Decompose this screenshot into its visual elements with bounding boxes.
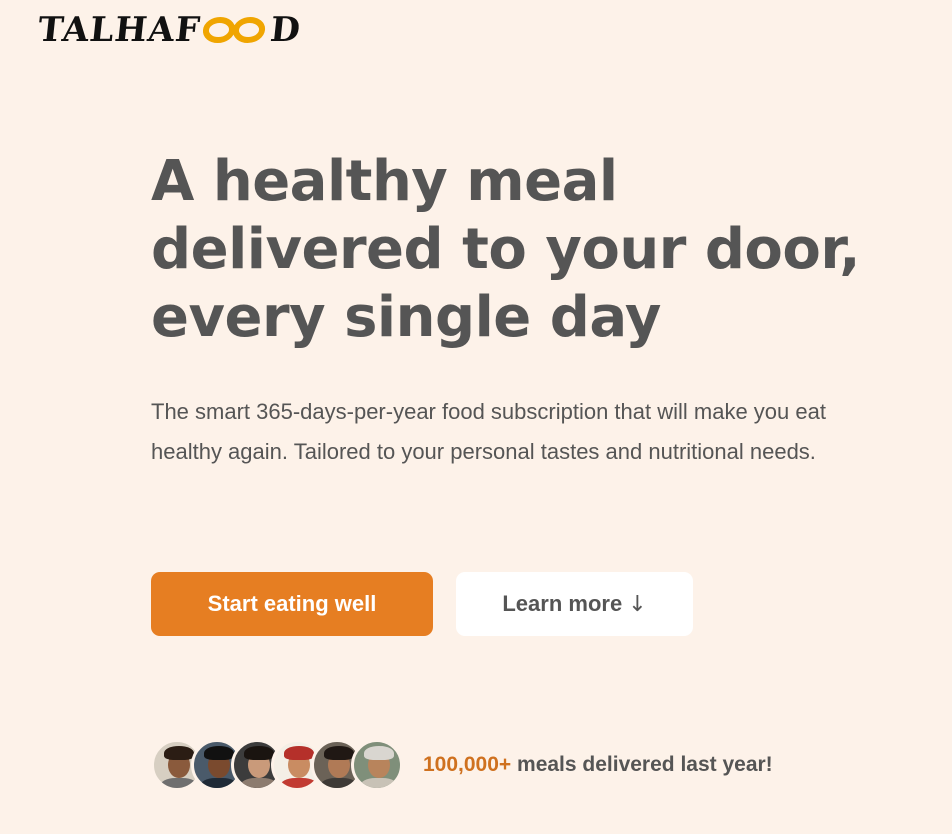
- meals-count: 100,000+: [423, 753, 512, 776]
- arrow-down-icon: ↓: [628, 591, 647, 617]
- start-eating-well-label: Start eating well: [207, 591, 377, 616]
- logo-text-start: TALHAF: [35, 10, 203, 50]
- meals-label: meals delivered last year!: [511, 753, 773, 776]
- brand-logo[interactable]: TALHAF D: [36, 8, 303, 52]
- delivered-meals-section: 100,000+ meals delivered last year!: [151, 739, 773, 791]
- delivered-meals-text: 100,000+ meals delivered last year!: [423, 753, 773, 777]
- hero-description: The smart 365-days-per-year food subscri…: [151, 399, 826, 464]
- customer-avatars: [151, 739, 403, 791]
- customer-avatar-6: [351, 739, 403, 791]
- learn-more-label: Learn more: [502, 591, 623, 616]
- logo-text-end: D: [268, 10, 303, 50]
- start-eating-well-button[interactable]: Start eating well: [151, 572, 433, 636]
- infinity-logo-icon: [203, 17, 266, 43]
- hero-title: A healthy meal delivered to your door, e…: [151, 149, 861, 350]
- learn-more-button[interactable]: Learn more ↓: [456, 572, 693, 636]
